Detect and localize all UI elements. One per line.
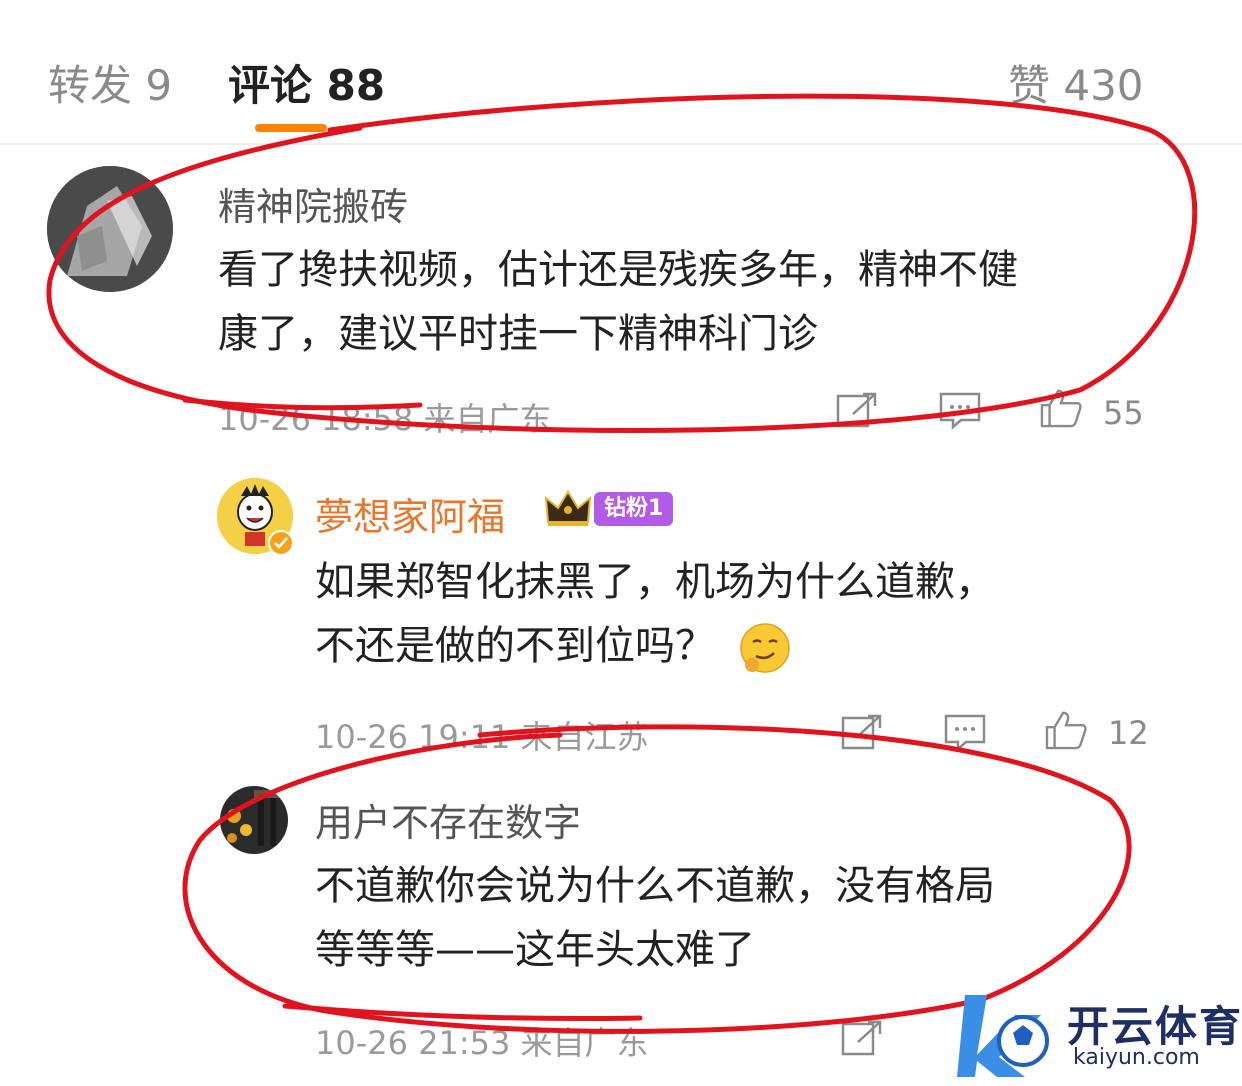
comment-text: 不道歉你会说为什么不道歉，没有格局 等等等——这年头太难了 <box>315 854 1195 982</box>
reply-icon[interactable] <box>942 712 988 752</box>
repost-icon[interactable] <box>840 712 886 752</box>
comment-tabs: 转发 9 评论 88 赞 430 <box>0 0 1242 145</box>
like-count: 55 <box>1103 394 1144 432</box>
comment-text-line: 不道歉你会说为什么不道歉，没有格局 <box>315 863 995 909</box>
smirk-emoji-icon <box>739 623 790 673</box>
comment-meta: 10-26 21:53 来自广东 <box>315 1024 649 1062</box>
comment-text: 如果郑智化抹黑了，机场为什么道歉， 不还是做的不到位吗？ <box>315 550 1195 678</box>
comment-username[interactable]: 精神院搬砖 <box>218 176 408 231</box>
comment-item: 夢想家阿福 钻粉1 如果郑智化抹黑了，机场为什么道歉， 不还是做的不到位吗？ 1… <box>0 470 1242 770</box>
comment-meta: 10-26 18:58 来自广东 <box>218 400 552 438</box>
like-count: 12 <box>1108 714 1149 752</box>
comment-item: 精神院搬砖 看了搀扶视频，估计还是残疾多年，精神不健 康了，建议平时挂一下精神科… <box>0 150 1242 440</box>
tab-comments[interactable]: 评论 88 <box>228 52 385 113</box>
comment-text-line: 康了，建议平时挂一下精神科门诊 <box>218 311 818 357</box>
fan-level-badge: 钻粉1 <box>594 492 674 526</box>
kaiyun-logo-icon <box>957 995 1049 1077</box>
comment-text: 看了搀扶视频，估计还是残疾多年，精神不健 康了，建议平时挂一下精神科门诊 <box>218 238 1178 366</box>
comment-text-line: 看了搀扶视频，估计还是残疾多年，精神不健 <box>218 247 1018 293</box>
comment-username[interactable]: 夢想家阿福 <box>315 486 505 541</box>
tabs-divider <box>0 143 1242 145</box>
crown-icon <box>544 490 592 526</box>
comment-meta: 10-26 19:11 来自江苏 <box>315 718 649 756</box>
avatar[interactable] <box>220 786 288 854</box>
verified-badge-icon <box>268 530 294 556</box>
watermark-url: kaiyun.com <box>1073 1045 1200 1070</box>
tab-likes[interactable]: 赞 430 <box>1008 52 1144 113</box>
repost-icon[interactable] <box>835 390 881 430</box>
comment-text-fragment: 不还是做的不到位吗？ <box>315 623 715 669</box>
reply-icon[interactable] <box>937 390 983 430</box>
watermark-logo: 开云体育 kaiyun.com <box>955 985 1241 1080</box>
comment-text-line: 等等等——这年头太难了 <box>315 927 755 973</box>
active-tab-indicator <box>255 124 327 132</box>
like-icon[interactable] <box>1043 710 1089 750</box>
comment-text-line: 如果郑智化抹黑了，机场为什么道歉， <box>315 559 995 605</box>
avatar[interactable] <box>47 166 173 292</box>
repost-icon[interactable] <box>840 1018 886 1058</box>
comment-text-line: 不还是做的不到位吗？ <box>315 614 1195 678</box>
comment-username[interactable]: 用户不存在数字 <box>315 792 581 847</box>
like-icon[interactable] <box>1038 388 1084 428</box>
tab-reposts[interactable]: 转发 9 <box>48 52 172 113</box>
